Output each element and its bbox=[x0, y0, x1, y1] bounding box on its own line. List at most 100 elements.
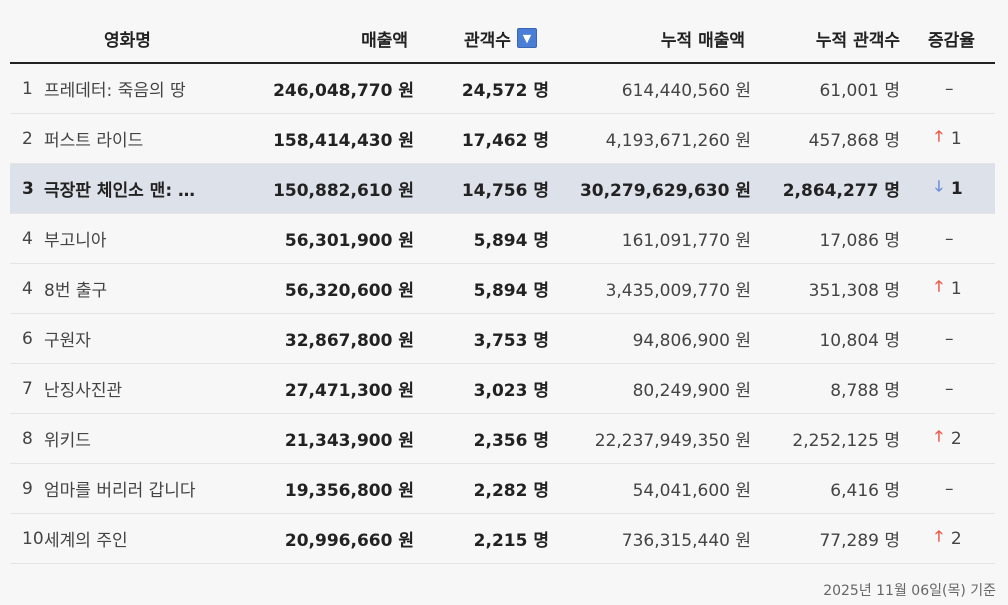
cumulative-sales: 94,806,900 원 bbox=[632, 331, 751, 351]
table-row[interactable]: 6 구원자 32,867,800 원 3,753 명 94,806,900 원 … bbox=[10, 314, 995, 364]
cumulative-audience: 6,416 명 bbox=[830, 481, 900, 501]
cumulative-audience: 2,864,277 명 bbox=[782, 181, 900, 201]
sales: 19,356,800 원 bbox=[284, 481, 414, 501]
rank: 1 bbox=[22, 78, 33, 99]
cumulative-audience: 77,289 명 bbox=[819, 531, 900, 551]
sales: 56,320,600 원 bbox=[284, 281, 414, 301]
cumulative-sales: 161,091,770 원 bbox=[621, 231, 751, 251]
header-sales[interactable]: 매출액 bbox=[361, 14, 408, 62]
sales: 32,867,800 원 bbox=[284, 331, 414, 351]
cumulative-audience: 10,804 명 bbox=[819, 331, 900, 351]
change-indicator: 🡑 2 bbox=[935, 414, 985, 463]
table-row[interactable]: 7 난징사진관 27,471,300 원 3,023 명 80,249,900 … bbox=[10, 364, 995, 414]
cumulative-audience: 8,788 명 bbox=[830, 381, 900, 401]
box-office-table: 영화명 매출액 관객수 ▼ 누적 매출액 누적 관객수 증감율 1 프레데터: … bbox=[10, 14, 995, 564]
cumulative-sales: 614,440,560 원 bbox=[621, 81, 751, 101]
cumulative-sales: 736,315,440 원 bbox=[621, 531, 751, 551]
no-change-dash: – bbox=[945, 78, 954, 99]
change-indicator: 🡑 1 bbox=[935, 114, 985, 163]
change-indicator: 🡓 1 bbox=[935, 164, 985, 213]
audience: 3,753 명 bbox=[473, 331, 549, 351]
table-row[interactable]: 2 퍼스트 라이드 158,414,430 원 17,462 명 4,193,6… bbox=[10, 114, 995, 164]
header-cum-sales[interactable]: 누적 매출액 bbox=[661, 14, 745, 62]
rank: 3 bbox=[22, 178, 34, 199]
table-row[interactable]: 8 위키드 21,343,900 원 2,356 명 22,237,949,35… bbox=[10, 414, 995, 464]
no-change-dash: – bbox=[945, 328, 954, 349]
no-change-dash: – bbox=[945, 478, 954, 499]
table-row[interactable]: 10 세계의 주인 20,996,660 원 2,215 명 736,315,4… bbox=[10, 514, 995, 564]
rank: 6 bbox=[22, 328, 33, 349]
sales: 21,343,900 원 bbox=[284, 431, 414, 451]
rank: 2 bbox=[22, 128, 33, 149]
cumulative-sales: 22,237,949,350 원 bbox=[594, 431, 751, 451]
sort-down-icon[interactable]: ▼ bbox=[516, 28, 537, 48]
change-value: 1 bbox=[950, 278, 962, 299]
sales: 246,048,770 원 bbox=[273, 81, 414, 101]
change-indicator: 🡑 2 bbox=[935, 514, 985, 563]
audience: 2,282 명 bbox=[473, 481, 549, 501]
table-body: 1 프레데터: 죽음의 땅 246,048,770 원 24,572 명 614… bbox=[10, 64, 995, 564]
cumulative-sales: 54,041,600 원 bbox=[632, 481, 751, 501]
table-row[interactable]: 3 극장판 체인소 맨: … 150,882,610 원 14,756 명 30… bbox=[10, 164, 995, 214]
movie-title[interactable]: 구원자 bbox=[44, 314, 224, 363]
no-change-dash: – bbox=[945, 228, 954, 249]
audience: 24,572 명 bbox=[461, 81, 549, 101]
audience: 17,462 명 bbox=[461, 131, 549, 151]
header-title[interactable]: 영화명 bbox=[10, 14, 245, 62]
change-value: 1 bbox=[950, 178, 963, 199]
arrow-up-icon: 🡑 bbox=[935, 427, 943, 445]
header-cum-audience[interactable]: 누적 관객수 bbox=[816, 14, 900, 62]
movie-title[interactable]: 프레데터: 죽음의 땅 bbox=[44, 64, 224, 113]
rank: 10 bbox=[22, 528, 44, 549]
movie-title[interactable]: 세계의 주인 bbox=[44, 514, 224, 563]
change-value: 1 bbox=[950, 128, 962, 149]
movie-title[interactable]: 엄마를 버리러 갑니다 bbox=[44, 464, 224, 513]
movie-title[interactable]: 위키드 bbox=[44, 414, 224, 463]
change-indicator: – bbox=[935, 464, 985, 513]
arrow-down-icon: 🡓 bbox=[935, 177, 943, 195]
cumulative-audience: 17,086 명 bbox=[819, 231, 900, 251]
cumulative-sales: 30,279,629,630 원 bbox=[579, 181, 751, 201]
cumulative-audience: 61,001 명 bbox=[819, 81, 900, 101]
movie-title[interactable]: 8번 출구 bbox=[44, 264, 224, 313]
audience: 14,756 명 bbox=[461, 181, 549, 201]
movie-title[interactable]: 퍼스트 라이드 bbox=[44, 114, 224, 163]
table-header: 영화명 매출액 관객수 ▼ 누적 매출액 누적 관객수 증감율 bbox=[10, 14, 995, 64]
table-row[interactable]: 4 8번 출구 56,320,600 원 5,894 명 3,435,009,7… bbox=[10, 264, 995, 314]
audience: 3,023 명 bbox=[473, 381, 549, 401]
table-row[interactable]: 4 부고니아 56,301,900 원 5,894 명 161,091,770 … bbox=[10, 214, 995, 264]
sales: 20,996,660 원 bbox=[284, 531, 414, 551]
movie-title[interactable]: 극장판 체인소 맨: … bbox=[44, 164, 224, 213]
change-indicator: – bbox=[935, 214, 985, 263]
audience: 5,894 명 bbox=[473, 281, 549, 301]
audience: 5,894 명 bbox=[473, 231, 549, 251]
table-row[interactable]: 9 엄마를 버리러 갑니다 19,356,800 원 2,282 명 54,04… bbox=[10, 464, 995, 514]
cumulative-sales: 3,435,009,770 원 bbox=[605, 281, 751, 301]
cumulative-audience: 351,308 명 bbox=[808, 281, 900, 301]
change-indicator: – bbox=[935, 64, 985, 113]
change-value: 2 bbox=[950, 528, 962, 549]
sales: 150,882,610 원 bbox=[273, 181, 414, 201]
footer-date: 2025년 11월 06일(목) 기준 bbox=[823, 583, 996, 599]
sales: 158,414,430 원 bbox=[273, 131, 414, 151]
movie-title[interactable]: 부고니아 bbox=[44, 214, 224, 263]
change-indicator: – bbox=[935, 364, 985, 413]
cumulative-audience: 2,252,125 명 bbox=[792, 431, 900, 451]
header-change[interactable]: 증감율 bbox=[928, 14, 975, 62]
rank: 4 bbox=[22, 278, 33, 299]
header-audience[interactable]: 관객수 ▼ bbox=[464, 14, 537, 62]
table-row[interactable]: 1 프레데터: 죽음의 땅 246,048,770 원 24,572 명 614… bbox=[10, 64, 995, 114]
header-audience-label: 관객수 bbox=[464, 30, 511, 51]
arrow-up-icon: 🡑 bbox=[935, 127, 943, 145]
audience: 2,215 명 bbox=[473, 531, 549, 551]
change-indicator: 🡑 1 bbox=[935, 264, 985, 313]
rank: 8 bbox=[22, 428, 33, 449]
change-indicator: – bbox=[935, 314, 985, 363]
arrow-up-icon: 🡑 bbox=[935, 527, 943, 545]
no-change-dash: – bbox=[945, 378, 954, 399]
cumulative-audience: 457,868 명 bbox=[808, 131, 900, 151]
sales: 27,471,300 원 bbox=[284, 381, 414, 401]
cumulative-sales: 80,249,900 원 bbox=[632, 381, 751, 401]
rank: 9 bbox=[22, 478, 33, 499]
movie-title[interactable]: 난징사진관 bbox=[44, 364, 224, 413]
